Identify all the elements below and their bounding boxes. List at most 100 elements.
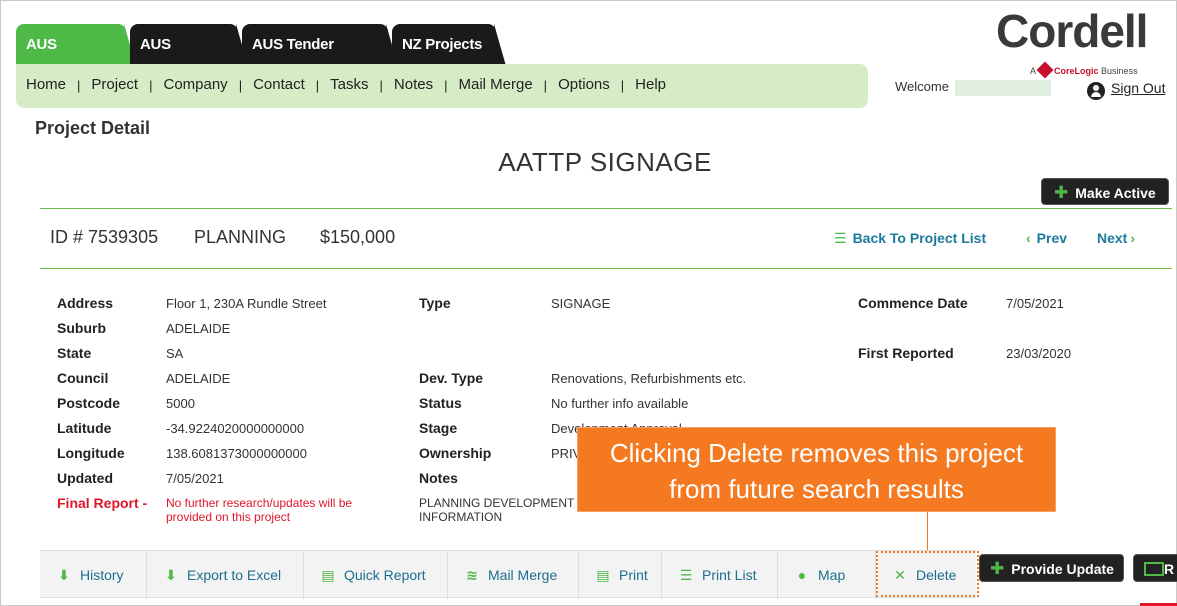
notes-line1: PLANNING DEVELOPMENT — [419, 496, 575, 510]
export-label: Export to Excel — [187, 567, 282, 583]
delete-highlight — [876, 551, 979, 597]
tagline-brand: CoreLogic — [1054, 66, 1099, 76]
history-button[interactable]: ⬇ History — [40, 551, 147, 599]
chevron-left-icon: ‹ — [1026, 230, 1031, 246]
cordell-logo: Cordell — [996, 5, 1148, 57]
state-label: State — [57, 345, 92, 361]
email-button[interactable]: R — [1133, 554, 1177, 582]
plus-icon: ✚ — [990, 559, 1005, 578]
nav-mail-merge[interactable]: Mail Merge — [458, 76, 532, 93]
postcode-label: Postcode — [57, 395, 121, 411]
nav-notes[interactable]: Notes — [394, 76, 433, 93]
provide-update-button[interactable]: ✚ Provide Update — [979, 554, 1124, 582]
final-report-label: Final Report - — [57, 495, 148, 511]
tab-nz-projects[interactable]: NZ Projects — [392, 24, 506, 66]
nav-company[interactable]: Company — [163, 76, 227, 93]
history-label: History — [80, 567, 124, 583]
welcome-text: Welcome — [895, 79, 949, 94]
printer-icon: ▤ — [321, 567, 335, 583]
project-stage: PLANNING — [194, 227, 287, 247]
action-bar: ⬇ History ⬇ Export to Excel ▤ Quick Report … — [40, 550, 976, 599]
updated-value: 7/05/2021 — [166, 471, 224, 486]
suburb-label: Suburb — [57, 320, 106, 336]
ownership-label: Ownership — [419, 445, 492, 461]
nav-home[interactable]: Home — [26, 76, 66, 93]
nav-tasks[interactable]: Tasks — [330, 76, 368, 93]
tab-aus-projects[interactable]: AUS Projects — [16, 24, 136, 95]
print-list-label: Print List — [702, 567, 757, 583]
council-value: ADELAIDE — [166, 371, 231, 386]
next-label: Next — [1097, 230, 1128, 246]
export-excel-button[interactable]: ⬇ Export to Excel — [147, 551, 304, 599]
nav-contact[interactable]: Contact — [253, 76, 305, 93]
nav-project[interactable]: Project — [91, 76, 138, 93]
download-arrow-icon: ⬇ — [58, 567, 70, 583]
type-value: SIGNAGE — [551, 296, 611, 311]
suburb-value: ADELAIDE — [166, 321, 231, 336]
print-list-button[interactable]: ☰ Print List — [662, 551, 778, 599]
tagline-prefix: A — [1030, 66, 1037, 76]
sign-out-link[interactable]: Sign Out — [1111, 80, 1165, 96]
notes-label: Notes — [419, 470, 458, 486]
print-button[interactable]: ▤ Print — [579, 551, 662, 599]
status-value: No further info available — [551, 396, 689, 411]
first-reported-label: First Reported — [858, 345, 954, 361]
latitude-label: Latitude — [57, 420, 112, 436]
mail-merge-label: Mail Merge — [488, 567, 558, 583]
address-value: Floor 1, 230A Rundle Street — [166, 296, 327, 311]
tutorial-callout: Clicking Delete removes this project fro… — [577, 427, 1056, 512]
map-pin-icon: ● — [797, 567, 807, 583]
nav-separator: | — [444, 78, 448, 93]
corelogic-tagline: A CoreLogic Business — [1030, 61, 1138, 79]
devtype-label: Dev. Type — [419, 370, 484, 386]
commence-date-value: 7/05/2021 — [1006, 296, 1064, 311]
layers-icon: ≋ — [466, 567, 478, 583]
tab-aus-tender-notices[interactable]: AUS Tender Notices — [242, 24, 398, 95]
council-label: Council — [57, 370, 109, 386]
project-id: ID # 7539305 — [50, 227, 159, 247]
redacted-username — [955, 80, 1051, 96]
back-label: Back To Project List — [852, 230, 987, 246]
mail-merge-button[interactable]: ≋ Mail Merge — [448, 551, 579, 599]
address-label: Address — [57, 295, 114, 311]
list-icon: ☰ — [679, 567, 693, 583]
stage-label: Stage — [419, 420, 458, 436]
type-label: Type — [419, 295, 451, 311]
quick-report-button[interactable]: ▤ Quick Report — [304, 551, 448, 599]
page-heading: Project Detail — [35, 118, 151, 138]
updated-label: Updated — [57, 470, 113, 486]
nav-options[interactable]: Options — [558, 76, 610, 93]
callout-connector — [927, 512, 928, 552]
provide-update-label: Provide Update — [1011, 561, 1114, 577]
make-active-label: Make Active — [1075, 185, 1156, 201]
postcode-value: 5000 — [166, 396, 195, 411]
back-to-list-link[interactable]: ☰ Back To Project List — [834, 230, 986, 247]
nav-separator: | — [543, 78, 548, 93]
map-label: Map — [818, 567, 846, 583]
print-label: Print — [619, 567, 648, 583]
map-button[interactable]: ● Map — [778, 551, 876, 599]
tab-aus-housing[interactable]: AUS Housing — [130, 24, 248, 95]
main-nav: Home | Project | Company | Contact | Tas… — [16, 64, 868, 108]
tagline-suffix: Business — [1101, 66, 1138, 76]
project-value: $150,000 — [320, 227, 396, 247]
nav-separator: | — [315, 78, 320, 93]
prev-label: Prev — [1036, 230, 1068, 246]
envelope-icon — [1144, 562, 1164, 576]
nav-help[interactable]: Help — [635, 76, 666, 93]
notes-line2: INFORMATION — [419, 510, 503, 524]
state-value: SA — [166, 346, 184, 361]
callout-line1: Clicking Delete removes this project — [609, 438, 1024, 468]
user-icon[interactable] — [1087, 82, 1105, 100]
chevron-right-icon: › — [1130, 230, 1136, 246]
email-label: R — [1164, 561, 1175, 577]
nav-separator: | — [238, 78, 243, 93]
status-label: Status — [419, 395, 462, 411]
first-reported-value: 23/03/2020 — [1006, 346, 1072, 361]
prev-link[interactable]: ‹ Prev — [1026, 230, 1067, 246]
printer-icon: ▤ — [596, 567, 610, 583]
nav-separator: | — [77, 78, 81, 93]
next-link[interactable]: Next › — [1097, 230, 1135, 246]
make-active-button[interactable]: ✚ Make Active — [1041, 178, 1169, 205]
tab-label: NZ Projects — [402, 36, 483, 53]
